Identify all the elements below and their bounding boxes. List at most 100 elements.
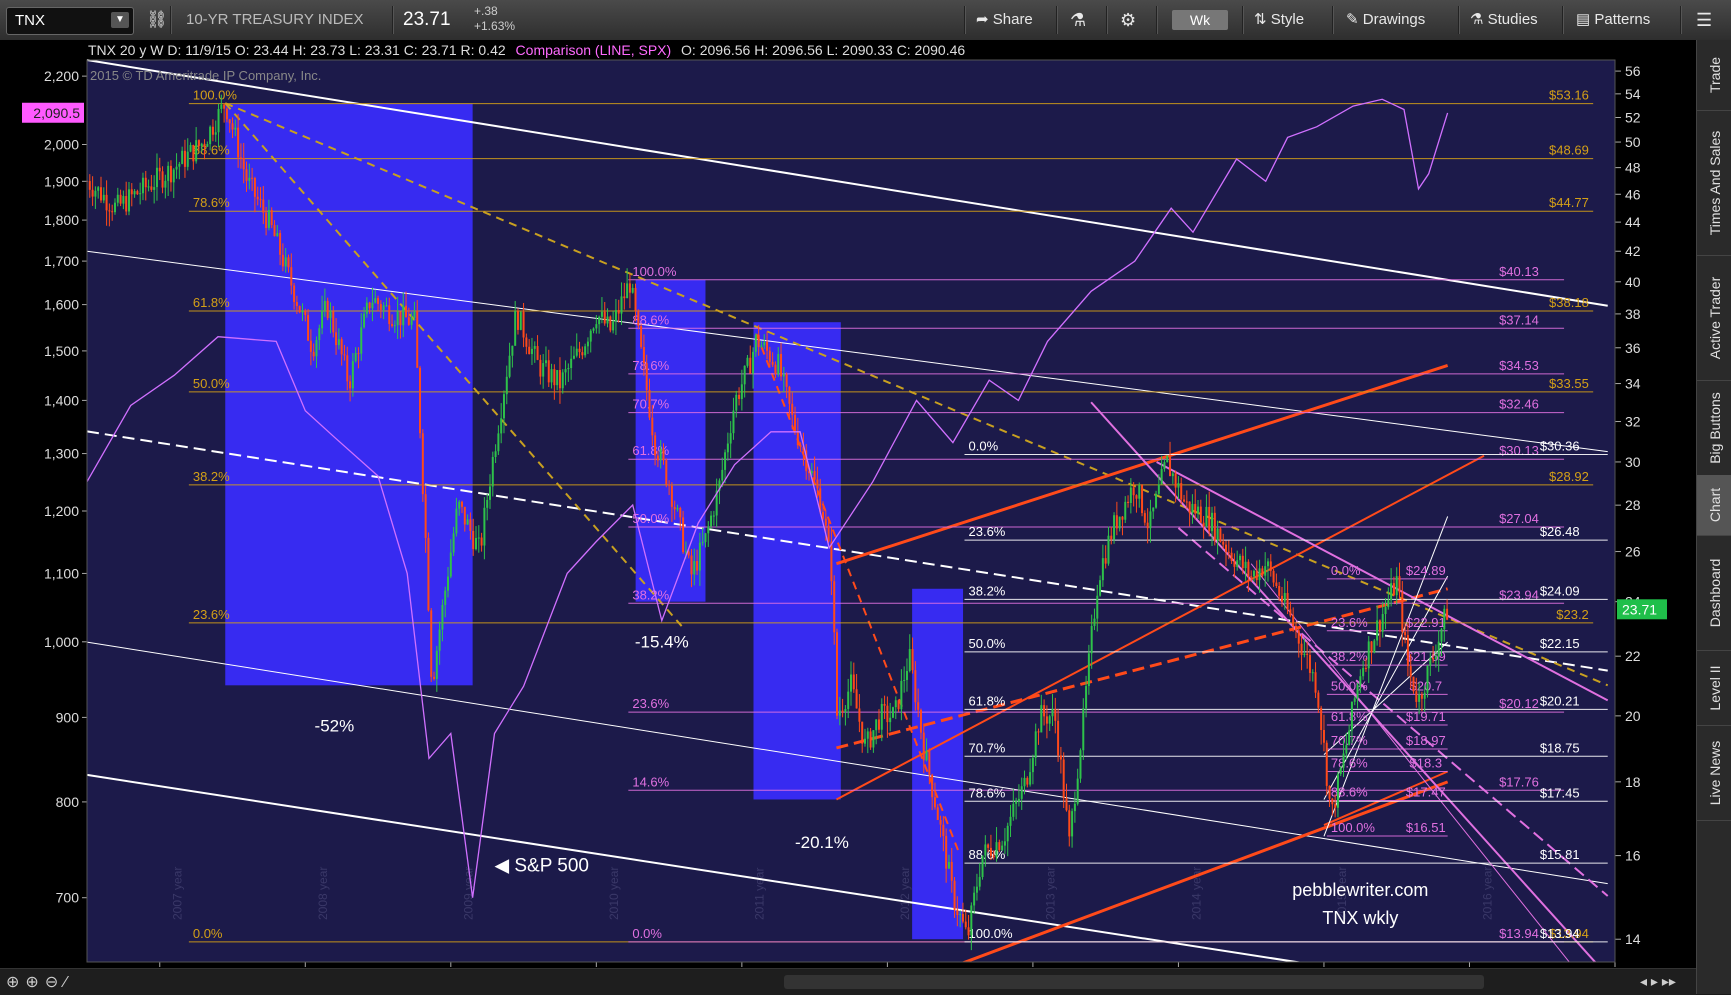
tnx-bar-body	[1440, 629, 1443, 642]
tnx-bar-body	[155, 167, 158, 188]
tnx-bar-body	[721, 469, 724, 481]
tnx-bar-body	[749, 357, 752, 374]
tnx-bar-body	[908, 649, 911, 672]
tnx-bar-body	[186, 151, 189, 167]
side-tab-big-buttons[interactable]: Big Buttons	[1697, 380, 1731, 476]
tnx-bar-body	[575, 348, 578, 356]
scroll-arrows[interactable]: ◂ ▸ ▸▸	[1640, 973, 1676, 990]
tnx-bar-body	[1152, 507, 1155, 512]
tnx-bar-body	[1124, 501, 1127, 520]
tnx-bar-body	[427, 537, 430, 611]
tnx-bar-body	[771, 361, 774, 365]
symbol-dropdown-icon[interactable]: ▼	[111, 12, 129, 28]
tnx-bar-body	[1378, 620, 1381, 632]
tnx-bar-body	[553, 369, 556, 386]
drawings-button[interactable]: ✎ Drawings	[1346, 8, 1425, 32]
aggregation-button[interactable]: Wk	[1172, 10, 1228, 30]
tnx-bar-body	[175, 166, 178, 170]
menu-icon[interactable]: ☰	[1696, 8, 1712, 32]
side-tab-level-ii[interactable]: Level II	[1697, 650, 1731, 726]
right-axis-label: 44	[1625, 214, 1641, 230]
tnx-bar-body	[181, 150, 184, 164]
fib-price-label: $13.94	[1540, 926, 1580, 941]
left-axis-label: 1,800	[44, 212, 79, 228]
tnx-bar-body	[589, 330, 592, 342]
tnx-bar-body	[1269, 561, 1272, 571]
studies-button[interactable]: ⚗ Studies	[1470, 8, 1538, 32]
tnx-bar-body	[586, 341, 589, 347]
fib-price-label: $48.69	[1549, 143, 1589, 158]
tnx-bar-body	[332, 311, 335, 333]
tnx-bar-body	[1345, 745, 1348, 754]
zoom-in-icon[interactable]: ⊕	[25, 974, 44, 991]
tnx-bar-body	[346, 355, 349, 382]
fib-price-label: $17.47	[1406, 785, 1446, 800]
tnx-bar-body	[1297, 630, 1300, 644]
right-axis-label: 42	[1625, 243, 1641, 259]
tnx-bar-body	[822, 511, 825, 519]
tnx-bar-body	[614, 310, 617, 322]
side-tab-dashboard[interactable]: Dashboard	[1697, 535, 1731, 651]
tnx-bar-body	[183, 150, 186, 167]
copyright-text: 2015 © TD Ameritrade IP Company, Inc.	[90, 68, 322, 83]
tnx-bar-body	[1202, 522, 1205, 527]
fib-price-label: $18.75	[1540, 740, 1580, 755]
horizontal-scrollbar[interactable]	[784, 975, 1484, 989]
chart-area[interactable]: 2007 year 2008 year 2009 year 2010 year 2011…	[0, 40, 1696, 995]
zoom-out-icon[interactable]: ⊖	[45, 974, 64, 991]
last-price: 23.71	[403, 9, 451, 30]
fib-pct-label: 78.6%	[969, 785, 1006, 800]
tnx-bar-body	[301, 310, 304, 313]
tnx-bar-body	[223, 104, 226, 109]
right-axis-label: 22	[1625, 648, 1641, 664]
tnx-bar-body	[276, 232, 279, 237]
tnx-bar-body	[519, 311, 522, 330]
tnx-bar-body	[528, 346, 531, 355]
tnx-bar-body	[550, 369, 553, 383]
tnx-bar-body	[153, 187, 156, 190]
side-tab-times-and-sales[interactable]: Times And Sales	[1697, 110, 1731, 256]
draw-line-icon[interactable]: ⁄	[64, 974, 73, 991]
tnx-bar-body	[340, 339, 343, 355]
left-axis-label: 700	[56, 890, 80, 906]
share-button[interactable]: ➦ Share	[976, 8, 1033, 32]
tnx-bar-body	[1199, 506, 1202, 523]
side-tab-live-news[interactable]: Live News	[1697, 725, 1731, 821]
tnx-bar-body	[836, 632, 839, 716]
tnx-bar-body	[558, 370, 561, 389]
symbol-input[interactable]: TNX ▼	[6, 7, 134, 35]
fib-pct-label: 50.0%	[193, 376, 230, 391]
link-icon[interactable]: ⛓	[146, 8, 168, 32]
tnx-bar-body	[1216, 528, 1219, 541]
fib-pct-label: 50.0%	[1331, 678, 1368, 693]
tnx-bar-body	[970, 905, 973, 936]
side-tab-active-trader[interactable]: Active Trader	[1697, 255, 1731, 381]
zoom-fit-icon[interactable]: ⊕	[6, 974, 25, 991]
gear-icon[interactable]: ⚙	[1120, 8, 1136, 32]
tnx-bar-body	[349, 381, 352, 389]
side-tab-trade[interactable]: Trade	[1697, 40, 1731, 111]
tnx-bar-body	[220, 104, 223, 109]
year-watermark: 2013 year	[1044, 867, 1058, 920]
spx-last-badge-text: 2,090.5	[33, 105, 80, 121]
tnx-bar-body	[1141, 484, 1144, 514]
tnx-bar-body	[1404, 632, 1407, 636]
tnx-bar-body	[1059, 755, 1062, 760]
tnx-bar-body	[1314, 672, 1317, 693]
tnx-bar-body	[169, 165, 172, 183]
style-button[interactable]: ⇅ Style	[1254, 8, 1304, 32]
tnx-bar-body	[270, 209, 273, 226]
zoom-controls[interactable]: ⊕⊕⊖⁄	[6, 972, 73, 992]
tnx-bar-body	[665, 460, 668, 485]
side-tab-chart[interactable]: Chart	[1697, 475, 1731, 536]
chart-svg[interactable]: 2007 year 2008 year 2009 year 2010 year 2011…	[0, 40, 1696, 995]
tnx-bar-body	[961, 914, 964, 922]
tnx-bar-body	[975, 886, 978, 893]
tnx-bar-body	[477, 537, 480, 539]
flask-icon[interactable]: ⚗	[1070, 8, 1086, 32]
tnx-bar-body	[919, 709, 922, 733]
tnx-bar-body	[1017, 798, 1020, 802]
patterns-button[interactable]: ▤ Patterns	[1576, 8, 1650, 32]
tnx-bar-body	[1219, 528, 1222, 542]
tnx-bar-body	[872, 730, 875, 748]
